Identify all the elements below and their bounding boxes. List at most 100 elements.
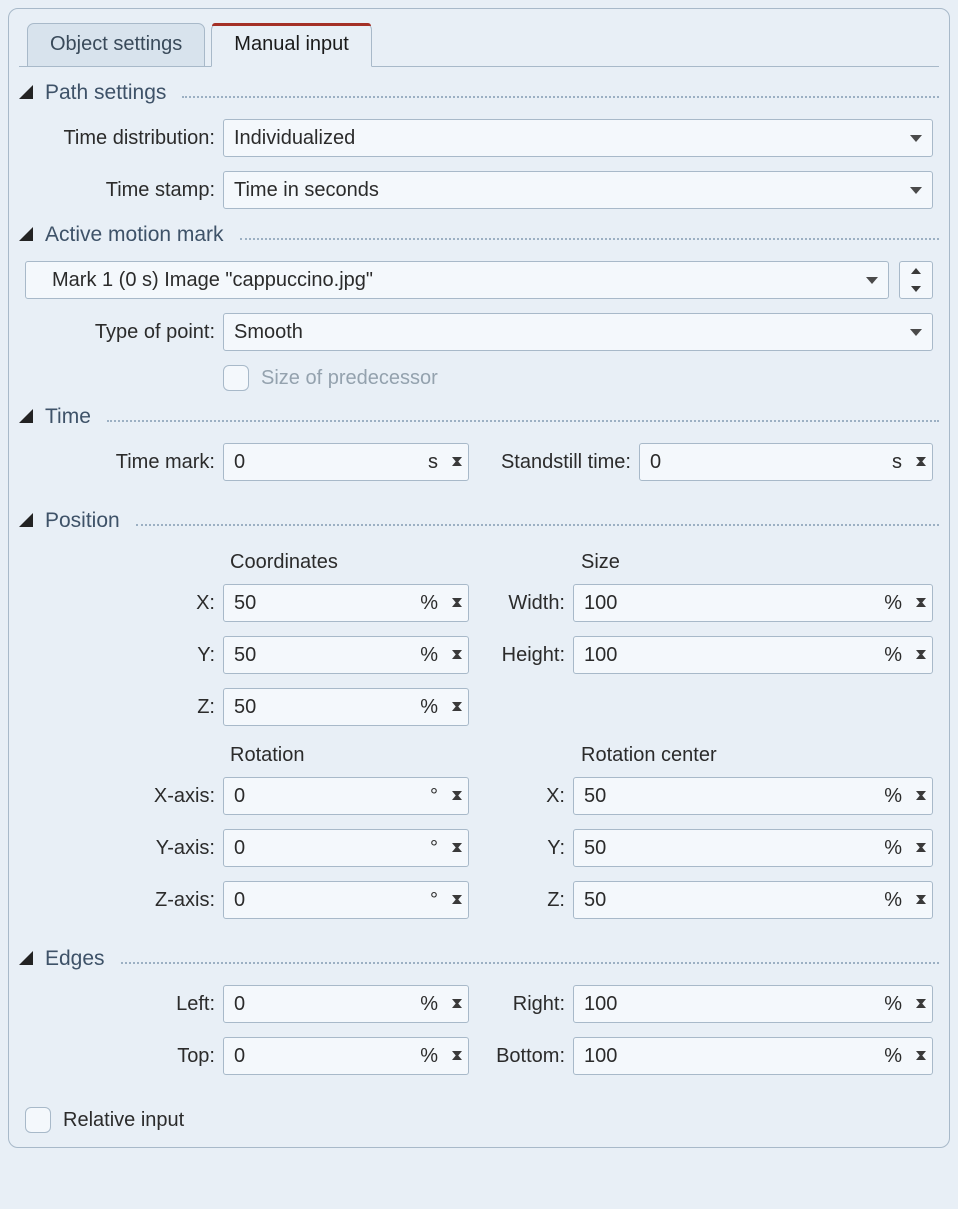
section-active-motion-mark-header[interactable]: Active motion mark [19,223,939,247]
rot-z-input[interactable]: 0 ° [223,881,469,919]
step-down-button[interactable] [916,901,926,924]
type-of-point-label: Type of point: [25,321,223,344]
time-stamp-label: Time stamp: [25,179,223,202]
section-path-settings-header[interactable]: Path settings [19,81,939,105]
collapse-icon [19,227,35,243]
rotcenter-x-input[interactable]: 50 % [573,777,933,815]
section-time-header[interactable]: Time [19,405,939,429]
step-down-button[interactable] [452,797,462,820]
coord-z-input[interactable]: 50 % [223,688,469,726]
step-down-button[interactable] [916,463,926,486]
edge-bottom-label: Bottom: [489,1045,573,1068]
rot-z-label: Z-axis: [25,889,223,912]
tab-manual-input[interactable]: Manual input [211,23,372,67]
coord-x-input[interactable]: 50 % [223,584,469,622]
width-input[interactable]: 100 % [573,584,933,622]
spin-value: 100 [584,1045,878,1068]
chevron-down-icon [866,277,878,284]
arrow-down-icon [452,791,462,819]
step-down-button[interactable] [452,901,462,924]
arrow-down-icon [452,650,462,678]
step-down-button[interactable] [452,656,462,679]
step-down-button[interactable] [452,463,462,486]
size-header: Size [581,551,933,574]
time-mark-input[interactable]: 0 s [223,443,469,481]
spin-unit: % [884,889,906,912]
section-title: Active motion mark [45,223,224,247]
rot-y-label: Y-axis: [25,837,223,860]
step-up-button[interactable] [900,262,932,280]
height-input[interactable]: 100 % [573,636,933,674]
spin-value: 100 [584,644,878,667]
coord-z-label: Z: [25,696,223,719]
combo-value: Time in seconds [234,179,379,202]
coord-y-input[interactable]: 50 % [223,636,469,674]
spin-value: 0 [234,993,414,1016]
spin-value: 100 [584,592,878,615]
rot-x-label: X-axis: [25,785,223,808]
chevron-down-icon [910,329,922,336]
spin-unit: s [428,451,442,474]
rotation-header: Rotation [230,744,469,767]
rotcenter-y-input[interactable]: 50 % [573,829,933,867]
edge-left-input[interactable]: 0 % [223,985,469,1023]
collapse-icon [19,85,35,101]
divider-dots [240,238,939,240]
rot-y-input[interactable]: 0 ° [223,829,469,867]
size-of-predecessor-checkbox[interactable] [223,365,249,391]
step-down-button[interactable] [916,797,926,820]
motion-mark-combo[interactable]: Mark 1 (0 s) Image "cappuccino.jpg" [25,261,889,299]
section-position-header[interactable]: Position [19,509,939,533]
section-edges-header[interactable]: Edges [19,947,939,971]
edge-top-label: Top: [25,1045,223,1068]
arrow-down-icon [452,895,462,923]
section-title: Path settings [45,81,166,105]
step-down-button[interactable] [916,1005,926,1028]
time-distribution-combo[interactable]: Individualized [223,119,933,157]
coord-y-label: Y: [25,644,223,667]
step-down-button[interactable] [452,1005,462,1028]
edge-top-input[interactable]: 0 % [223,1037,469,1075]
step-down-button[interactable] [452,708,462,731]
arrow-down-icon [916,843,926,871]
spin-unit: ° [430,837,442,860]
step-down-button[interactable] [916,656,926,679]
arrow-down-icon [452,702,462,730]
arrow-down-icon [452,457,462,485]
arrow-down-icon [916,1051,926,1079]
step-down-button[interactable] [916,1057,926,1080]
height-label: Height: [489,644,573,667]
rotcenter-z-label: Z: [489,889,573,912]
manual-input-panel: Object settings Manual input Path settin… [8,8,950,1148]
edge-bottom-input[interactable]: 100 % [573,1037,933,1075]
spin-value: 0 [234,785,424,808]
spin-unit: % [420,592,442,615]
edge-right-input[interactable]: 100 % [573,985,933,1023]
step-down-button[interactable] [452,604,462,627]
divider-dots [121,962,939,964]
standstill-time-input[interactable]: 0 s [639,443,933,481]
motion-mark-stepper[interactable] [899,261,933,299]
time-stamp-combo[interactable]: Time in seconds [223,171,933,209]
spin-value: 0 [234,1045,414,1068]
step-down-button[interactable] [452,849,462,872]
rotcenter-z-input[interactable]: 50 % [573,881,933,919]
spin-unit: % [884,592,906,615]
type-of-point-combo[interactable]: Smooth [223,313,933,351]
combo-value: Individualized [234,127,355,150]
relative-input-checkbox[interactable] [25,1107,51,1133]
arrow-down-icon [452,999,462,1027]
rot-x-input[interactable]: 0 ° [223,777,469,815]
time-distribution-label: Time distribution: [25,127,223,150]
spin-value: 0 [234,451,422,474]
tab-object-settings[interactable]: Object settings [27,23,205,67]
step-down-button[interactable] [916,849,926,872]
step-down-button[interactable] [916,604,926,627]
spin-value: 50 [234,592,414,615]
spin-value: 0 [650,451,886,474]
arrow-down-icon [916,999,926,1027]
section-title: Time [45,405,91,429]
arrow-down-icon [911,286,921,292]
step-down-button[interactable] [900,280,932,298]
step-down-button[interactable] [452,1057,462,1080]
